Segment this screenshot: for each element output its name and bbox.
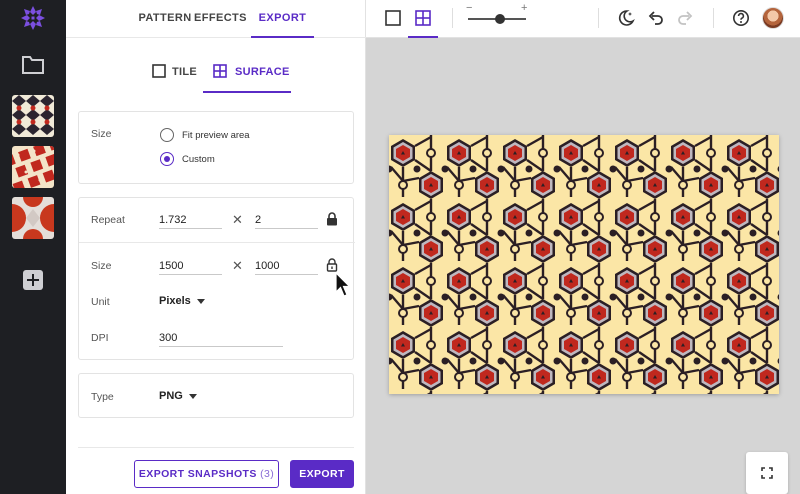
- pattern-thumbnail-1[interactable]: [12, 95, 54, 137]
- surface-grid-icon: [213, 64, 227, 78]
- type-label: Type: [91, 391, 114, 403]
- type-card: Type PNG: [78, 373, 354, 418]
- zoom-out-icon[interactable]: −: [466, 2, 472, 14]
- mouse-cursor-icon: [335, 272, 351, 297]
- export-snapshots-label: EXPORT SNAPSHOTS: [138, 468, 257, 480]
- pattern-preview[interactable]: [389, 135, 779, 394]
- subtab-tile-label: TILE: [172, 66, 198, 78]
- subtab-tile[interactable]: TILE: [150, 57, 206, 93]
- app-rail: [0, 0, 66, 494]
- export-snapshots-button[interactable]: EXPORT SNAPSHOTS (3): [134, 460, 279, 488]
- card-divider: [79, 242, 355, 243]
- export-button[interactable]: EXPORT: [290, 460, 354, 488]
- surface-view-tab[interactable]: [408, 0, 438, 38]
- dimensions-card: Repeat 1.732 ✕ 2 Size 1500 ✕ 1000 Unit P…: [78, 197, 355, 360]
- toolbar-separator: [713, 8, 714, 28]
- unit-label: Unit: [91, 296, 110, 308]
- folder-icon[interactable]: [21, 53, 45, 75]
- pattern-thumbnail-3[interactable]: [12, 197, 54, 239]
- fullscreen-button[interactable]: [746, 452, 788, 494]
- zoom-slider-thumb[interactable]: [494, 13, 505, 24]
- repeat-x-input[interactable]: 1.732: [159, 213, 222, 229]
- fit-preview-label: Fit preview area: [182, 130, 250, 141]
- size-mode-label: Size: [91, 128, 112, 140]
- pattern-thumbnail-2[interactable]: [12, 146, 54, 188]
- tab-effects[interactable]: EFFECTS: [194, 0, 247, 38]
- fit-preview-radio[interactable]: [160, 128, 174, 142]
- toolbar-separator: [452, 8, 453, 28]
- surface-view-icon: [415, 10, 431, 26]
- tab-export[interactable]: EXPORT: [251, 0, 314, 38]
- size-times-icon: ✕: [232, 258, 243, 273]
- repeat-y-input[interactable]: 2: [255, 213, 318, 229]
- undo-icon[interactable]: [647, 9, 665, 27]
- zoom-in-icon[interactable]: +: [521, 2, 527, 14]
- tile-view-icon[interactable]: [384, 9, 402, 27]
- panel-tabs: PATTERN EFFECTS EXPORT: [66, 0, 366, 38]
- repeat-times-icon: ✕: [232, 212, 243, 227]
- app-logo-icon[interactable]: [21, 6, 45, 30]
- size-label: Size: [91, 260, 112, 272]
- tab-pattern[interactable]: PATTERN: [128, 0, 202, 38]
- fullscreen-icon: [761, 467, 773, 479]
- subtab-surface[interactable]: SURFACE: [203, 57, 291, 93]
- footer-divider: [78, 447, 354, 448]
- snapshots-count: (3): [260, 468, 275, 480]
- custom-radio[interactable]: [160, 152, 174, 166]
- add-pattern-icon[interactable]: [23, 270, 43, 290]
- lock-closed-icon[interactable]: [326, 212, 338, 226]
- repeat-label: Repeat: [91, 214, 125, 226]
- height-input[interactable]: 1000: [255, 259, 318, 275]
- type-dropdown[interactable]: PNG: [159, 390, 197, 402]
- help-icon[interactable]: [732, 9, 750, 27]
- lock-open-icon[interactable]: [326, 258, 338, 272]
- size-mode-card: Size Fit preview area Custom: [78, 111, 354, 184]
- subtab-surface-label: SURFACE: [235, 66, 290, 78]
- user-avatar[interactable]: [762, 7, 784, 29]
- redo-icon[interactable]: [676, 9, 694, 27]
- tile-icon: [152, 64, 166, 78]
- unit-dropdown[interactable]: Pixels: [159, 295, 205, 307]
- dpi-input[interactable]: 300: [159, 331, 283, 347]
- dark-mode-icon[interactable]: [617, 9, 635, 27]
- toolbar-separator: [598, 8, 599, 28]
- preview-canvas: [366, 38, 800, 494]
- custom-label: Custom: [182, 154, 215, 165]
- dpi-label: DPI: [91, 332, 109, 344]
- width-input[interactable]: 1500: [159, 259, 222, 275]
- canvas-toolbar: − +: [366, 0, 800, 38]
- settings-panel: PATTERN EFFECTS EXPORT TILE SURFACE Size…: [66, 0, 366, 494]
